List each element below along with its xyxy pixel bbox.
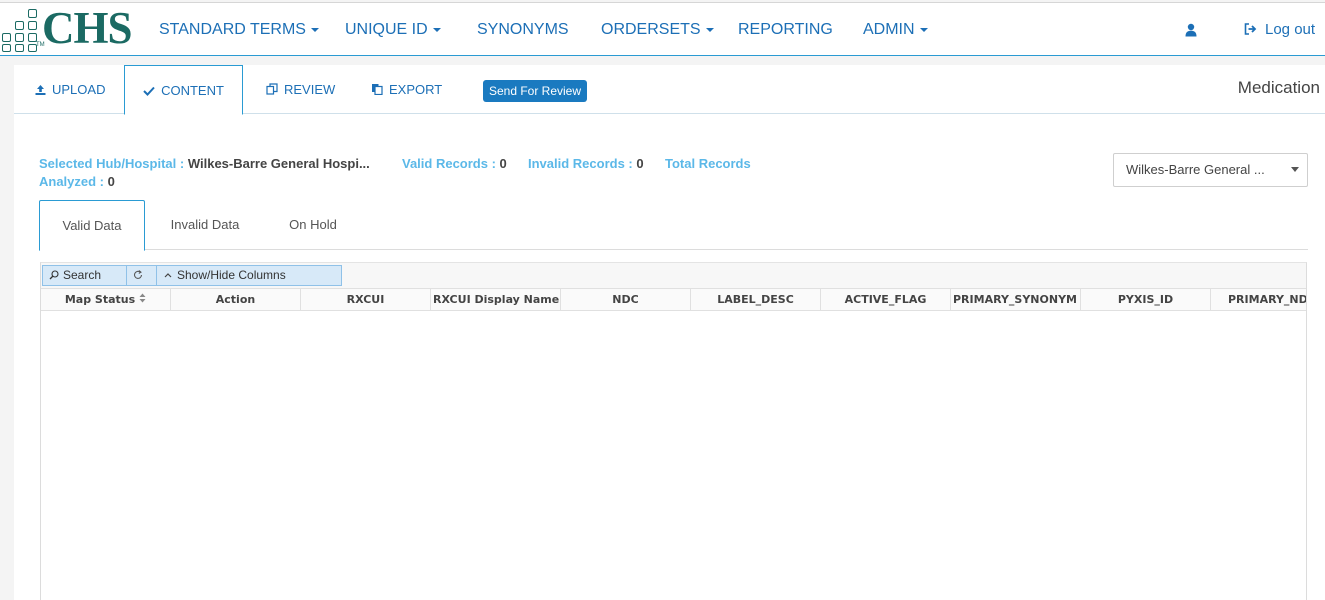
hub-label: Selected Hub/Hospital : xyxy=(39,156,185,171)
content-panel: UPLOAD CONTENT REVIEW EXPORT Send For Re… xyxy=(14,65,1325,600)
send-for-review-button[interactable]: Send For Review xyxy=(483,80,587,102)
nav-standard-terms[interactable]: STANDARD TERMS xyxy=(159,3,319,57)
selected-hub-info: Selected Hub/Hospital : Wilkes-Barre Gen… xyxy=(39,156,370,171)
grid-toolbar: Search Show/Hide Columns xyxy=(41,263,1306,288)
hub-value: Wilkes-Barre General Hospi... xyxy=(187,156,370,171)
tab-content[interactable]: CONTENT xyxy=(124,65,243,115)
column-header-map-status[interactable]: Map Status xyxy=(41,289,171,311)
valid-records-info: Valid Records : 0 xyxy=(402,156,507,171)
tab-review-label: REVIEW xyxy=(284,82,336,97)
invalid-records-info: Invalid Records : 0 xyxy=(528,156,644,171)
grid-refresh-button[interactable] xyxy=(126,265,157,286)
nav-admin-label: ADMIN xyxy=(863,21,915,38)
nav-unique-id[interactable]: UNIQUE ID xyxy=(345,3,441,57)
nav-admin[interactable]: ADMIN xyxy=(863,3,928,57)
column-header-primary-synonym[interactable]: PRIMARY_SYNONYM xyxy=(951,289,1081,311)
module-title: Medication xyxy=(1237,78,1320,97)
analyzed-label: Analyzed : xyxy=(39,174,105,189)
data-tabs: Valid Data Invalid Data On Hold xyxy=(39,200,1308,251)
workflow-tabs: UPLOAD CONTENT REVIEW EXPORT Send For Re… xyxy=(14,65,1325,115)
tab-review[interactable]: REVIEW xyxy=(266,65,335,114)
grid-header: Map Status Action RXCUI RXCUI Display Na… xyxy=(41,288,1306,311)
copy-icon xyxy=(266,83,278,95)
column-header-label: Map Status xyxy=(64,293,136,306)
valid-records-label: Valid Records : xyxy=(402,156,496,171)
nav-synonyms[interactable]: SYNONYMS xyxy=(477,3,569,57)
top-navbar: CHS TM STANDARD TERMS UNIQUE ID SYNONYMS… xyxy=(0,2,1325,56)
analyzed-value: 0 xyxy=(107,174,115,189)
sort-icon xyxy=(139,293,146,303)
show-hide-columns-button[interactable]: Show/Hide Columns xyxy=(156,265,342,286)
column-header-pyxis-id[interactable]: PYXIS_ID xyxy=(1081,289,1211,311)
logo-trademark: TM xyxy=(36,42,45,48)
nav-unique-id-label: UNIQUE ID xyxy=(345,21,428,38)
tab-invalid-data[interactable]: Invalid Data xyxy=(155,200,255,250)
grid-search-button[interactable]: Search xyxy=(42,265,127,286)
tab-export[interactable]: EXPORT xyxy=(371,65,442,114)
chs-logo[interactable]: CHS TM xyxy=(2,3,133,53)
nav-reporting[interactable]: REPORTING xyxy=(738,3,833,57)
user-icon[interactable] xyxy=(1185,23,1197,37)
logout-label: Log out xyxy=(1265,21,1316,38)
caret-down-icon xyxy=(432,27,441,32)
invalid-records-label: Invalid Records : xyxy=(528,156,633,171)
nav-ordersets-label: ORDERSETS xyxy=(601,21,701,38)
chevron-up-icon xyxy=(164,273,172,278)
tab-on-hold[interactable]: On Hold xyxy=(269,200,357,250)
search-icon xyxy=(49,270,59,280)
hospital-select-value: Wilkes-Barre General ... xyxy=(1126,162,1265,177)
column-header-action[interactable]: Action xyxy=(171,289,301,311)
tab-upload-label: UPLOAD xyxy=(52,82,106,97)
show-hide-columns-label: Show/Hide Columns xyxy=(177,268,286,282)
column-header-primary-ndc[interactable]: PRIMARY_NDC xyxy=(1211,289,1306,311)
invalid-records-value: 0 xyxy=(636,156,644,171)
export-icon xyxy=(372,84,383,96)
column-header-rxcui-display-name[interactable]: RXCUI Display Name xyxy=(431,289,561,311)
check-icon xyxy=(143,86,155,96)
dropdown-arrow-icon xyxy=(1291,167,1299,172)
upload-icon xyxy=(35,85,46,95)
logout-link[interactable]: Log out xyxy=(1244,3,1315,57)
column-header-rxcui[interactable]: RXCUI xyxy=(301,289,431,311)
tab-export-label: EXPORT xyxy=(389,82,443,97)
sign-out-icon xyxy=(1244,23,1257,35)
valid-records-value: 0 xyxy=(499,156,507,171)
nav-ordersets[interactable]: ORDERSETS xyxy=(601,3,714,57)
hospital-select[interactable]: Wilkes-Barre General ... xyxy=(1113,153,1308,187)
data-grid: Search Show/Hide Columns Map Status Acti… xyxy=(40,262,1307,600)
column-header-label-desc[interactable]: LABEL_DESC xyxy=(691,289,821,311)
total-records-label: Total Records xyxy=(665,156,751,171)
total-records-info: Total Records xyxy=(665,156,751,171)
tab-upload[interactable]: UPLOAD xyxy=(35,65,105,114)
tab-content-label: CONTENT xyxy=(161,83,224,98)
caret-down-icon xyxy=(310,27,319,32)
tab-valid-data[interactable]: Valid Data xyxy=(39,200,145,251)
caret-down-icon xyxy=(919,27,928,32)
nav-standard-terms-label: STANDARD TERMS xyxy=(159,21,306,38)
refresh-icon xyxy=(133,270,143,279)
analyzed-info: Analyzed : 0 xyxy=(39,174,115,189)
column-header-ndc[interactable]: NDC xyxy=(561,289,691,311)
caret-down-icon xyxy=(705,27,714,32)
column-header-active-flag[interactable]: ACTIVE_FLAG xyxy=(821,289,951,311)
grid-search-label: Search xyxy=(63,268,102,282)
logo-text: CHS xyxy=(42,3,133,53)
